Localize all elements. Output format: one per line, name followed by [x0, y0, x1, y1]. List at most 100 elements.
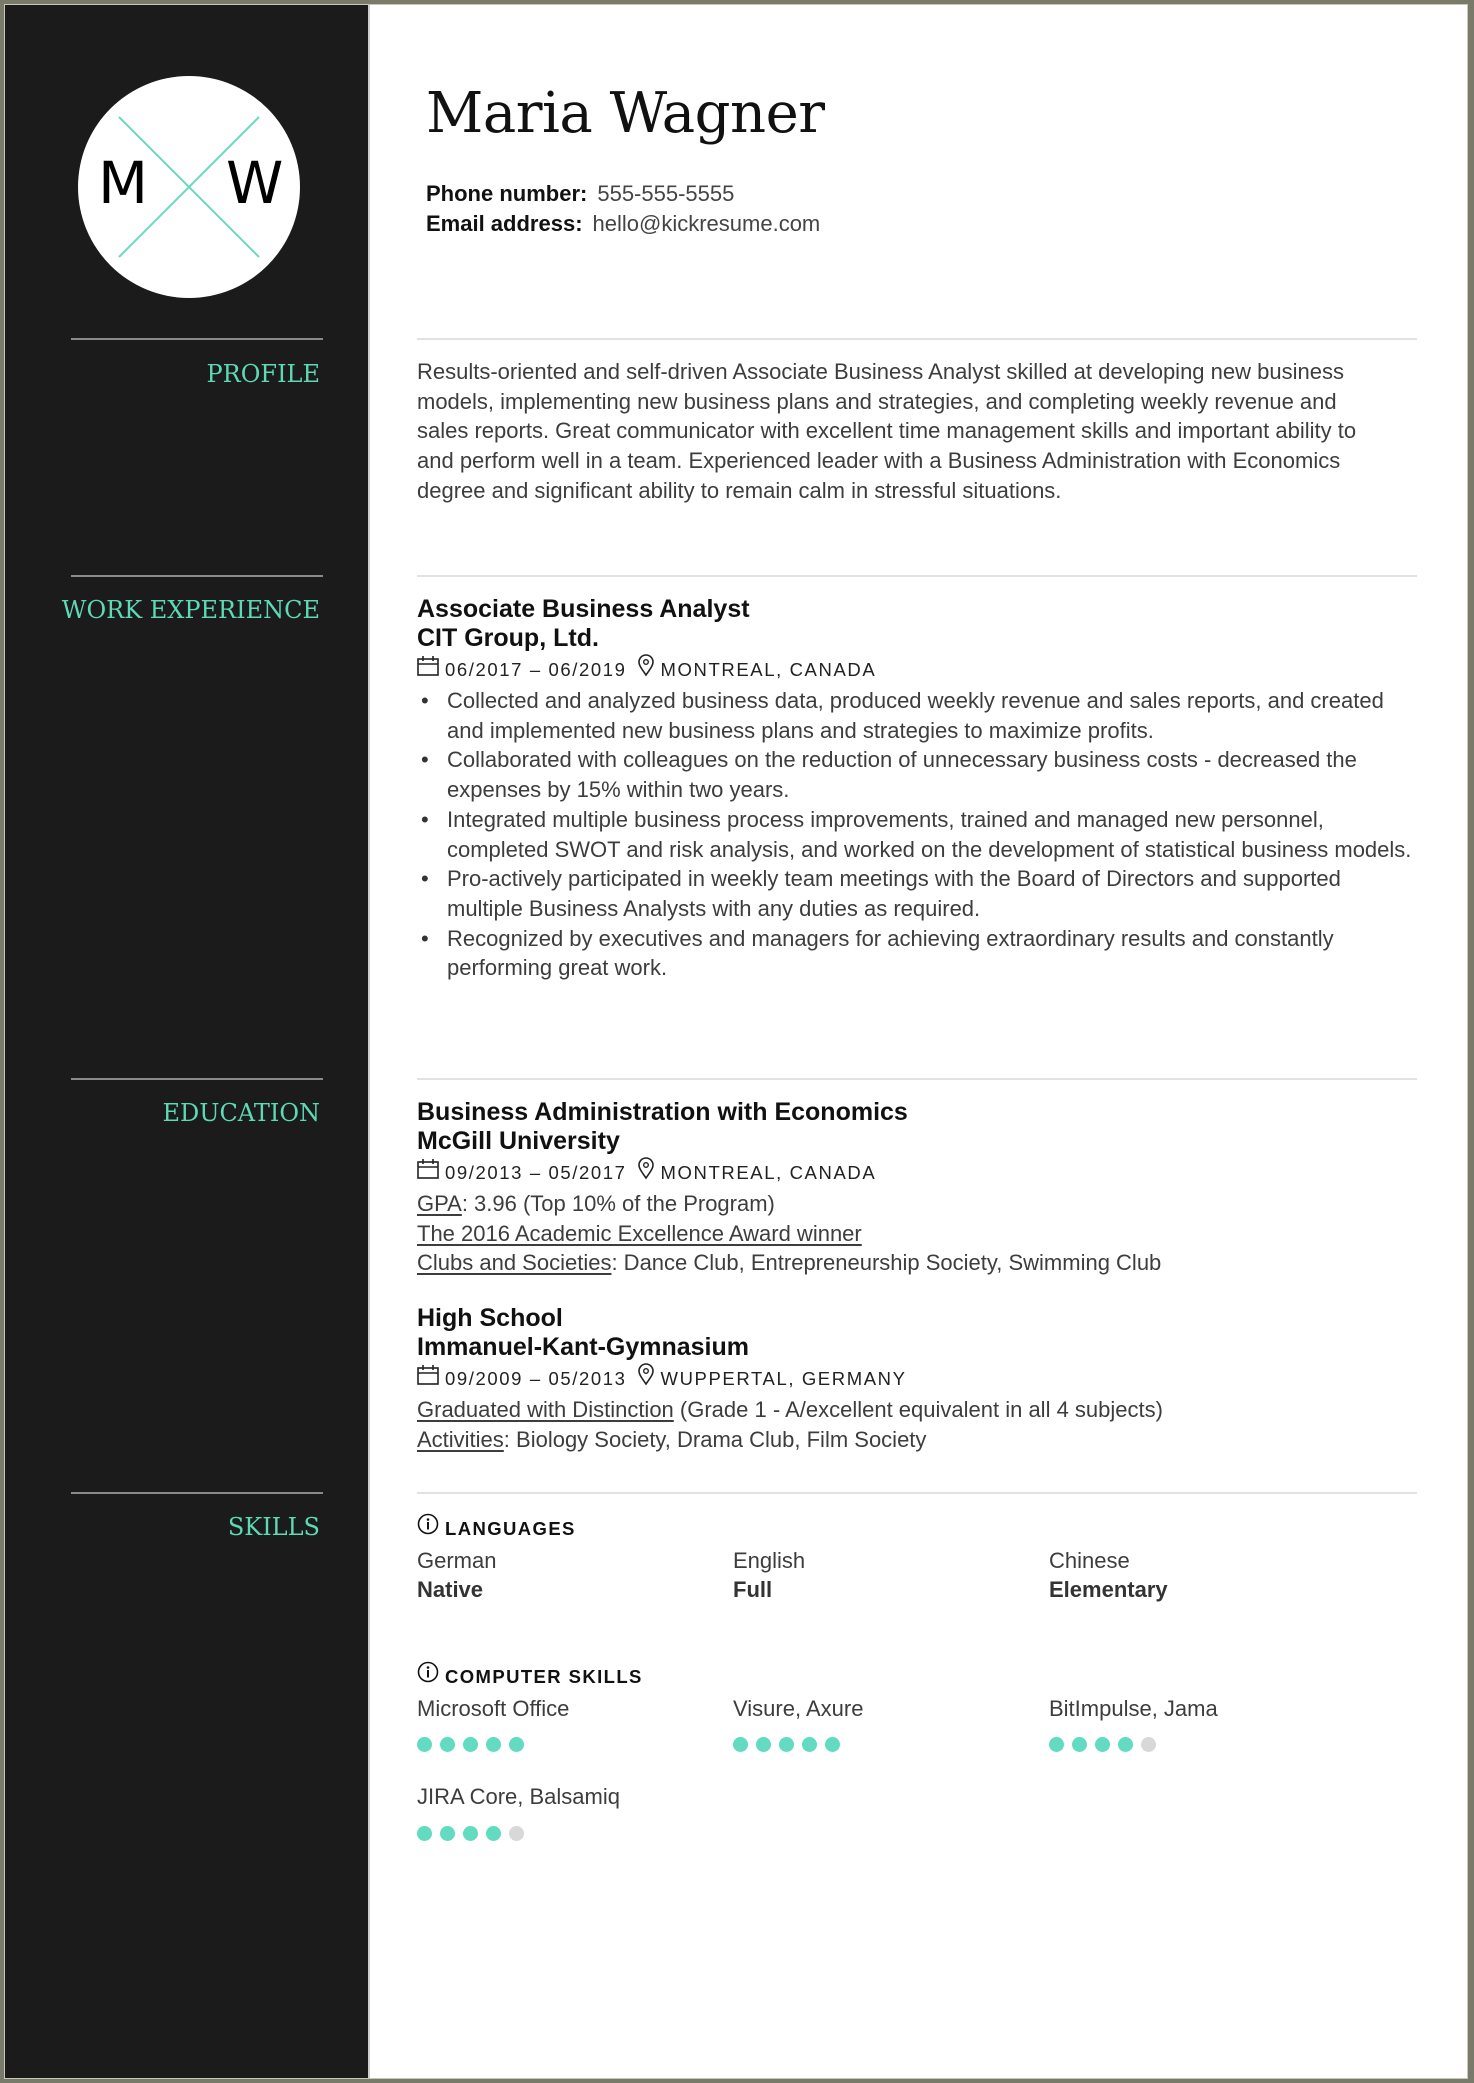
- clubs-line: Clubs and Societies: Dance Club, Entrepr…: [417, 1248, 1417, 1278]
- computer-skill-item: Visure, Axure: [733, 1694, 1049, 1753]
- languages-heading: LANGUAGES: [417, 1513, 1417, 1544]
- computer-skill-item: Microsoft Office: [417, 1694, 733, 1753]
- sidebar-divider: [71, 1078, 323, 1080]
- profile-summary: Results-oriented and self-driven Associa…: [417, 359, 1357, 503]
- calendar-icon: [417, 1158, 439, 1188]
- skill-rating: [733, 1737, 1049, 1753]
- resume-page: M W PROFILE WORK EXPERIENCE EDUCATION SK…: [4, 4, 1468, 2079]
- section-divider: [417, 575, 1417, 577]
- job-meta: 06/2017 – 06/2019 MONTREAL, CANADA: [417, 653, 1417, 686]
- computer-skills-row: JIRA Core, Balsamiq: [417, 1782, 1417, 1842]
- rating-dot-empty: [509, 1826, 524, 1842]
- phone-label: Phone number:: [426, 181, 588, 206]
- job-dates: 06/2017 – 06/2019: [445, 658, 627, 680]
- gpa-value: : 3.96 (Top 10% of the Program): [461, 1191, 775, 1216]
- gpa-label: GPA: [417, 1191, 462, 1216]
- education-location: WUPPERTAL, GERMANY: [660, 1367, 907, 1389]
- sidebar-divider: [71, 1492, 323, 1494]
- education-meta: 09/2013 – 05/2017 MONTREAL, CANADA: [417, 1156, 1417, 1189]
- education-entry: High School Immanuel-Kant-Gymnasium 09/2…: [417, 1304, 1417, 1454]
- rating-dot-filled: [1118, 1737, 1133, 1753]
- rating-dot-filled: [825, 1737, 840, 1753]
- language-level: Full: [733, 1577, 773, 1603]
- avatar: M W: [78, 76, 300, 298]
- language-name: German: [417, 1547, 497, 1573]
- activities-line: Activities: Biology Society, Drama Club,…: [417, 1425, 1417, 1455]
- avatar-initial-w: W: [226, 149, 284, 217]
- degree-title: Business Administration with Economics: [417, 1098, 908, 1126]
- section-label-profile: PROFILE: [206, 360, 320, 388]
- distinction-label: Graduated with Distinction: [417, 1397, 674, 1422]
- languages-title: LANGUAGES: [445, 1517, 576, 1539]
- computer-skill-name: Microsoft Office: [417, 1695, 570, 1721]
- rating-dot-filled: [779, 1737, 794, 1753]
- rating-dot-filled: [733, 1737, 748, 1753]
- job-title: Associate Business Analyst: [417, 595, 750, 623]
- location-pin-icon: [637, 1156, 655, 1189]
- language-item: Chinese Elementary: [1049, 1546, 1365, 1605]
- language-level: Native: [417, 1577, 484, 1603]
- rating-dot-filled: [440, 1737, 455, 1753]
- language-name: English: [733, 1547, 806, 1573]
- rating-dot-filled: [1072, 1737, 1087, 1753]
- calendar-icon: [417, 655, 439, 685]
- job-bullets: Collected and analyzed business data, pr…: [417, 686, 1417, 983]
- rating-dot-filled: [440, 1826, 455, 1842]
- degree-title: High School: [417, 1304, 563, 1332]
- computer-skills-title: COMPUTER SKILLS: [445, 1665, 643, 1687]
- info-icon: [417, 1661, 439, 1692]
- language-item: English Full: [733, 1546, 1049, 1605]
- skill-rating: [417, 1737, 733, 1753]
- computer-skills-row: Microsoft Office Visure, Axure BitImpuls…: [417, 1694, 1417, 1753]
- education-dates: 09/2009 – 05/2013: [445, 1367, 627, 1389]
- rating-dot-filled: [802, 1737, 817, 1753]
- phone-row: Phone number: 555-555-5555: [426, 181, 734, 207]
- language-name: Chinese: [1049, 1547, 1130, 1573]
- rating-dot-filled: [463, 1826, 478, 1842]
- education-meta: 09/2009 – 05/2013 WUPPERTAL, GERMANY: [417, 1362, 1417, 1395]
- candidate-name: Maria Wagner: [426, 81, 825, 146]
- award-text: The 2016 Academic Excellence Award winne…: [417, 1220, 862, 1246]
- education-location: MONTREAL, CANADA: [660, 1161, 877, 1183]
- phone-value[interactable]: 555-555-5555: [597, 181, 734, 206]
- distinction-value: (Grade 1 - A/excellent equivalent in all…: [673, 1397, 1163, 1422]
- school-name: Immanuel-Kant-Gymnasium: [417, 1333, 750, 1361]
- section-divider: [417, 1078, 1417, 1080]
- job-bullet: Integrated multiple business process imp…: [417, 805, 1417, 864]
- email-label: Email address:: [426, 211, 583, 236]
- languages-group: LANGUAGES German Native English Full Chi…: [417, 1513, 1417, 1605]
- info-icon: [417, 1513, 439, 1544]
- sidebar: M W PROFILE WORK EXPERIENCE EDUCATION SK…: [5, 5, 370, 2078]
- rating-dot-filled: [1095, 1737, 1110, 1753]
- clubs-label: Clubs and Societies: [417, 1250, 612, 1276]
- section-label-work-experience: WORK EXPERIENCE: [61, 596, 320, 624]
- education-entry: Business Administration with Economics M…: [417, 1098, 1417, 1278]
- job-bullet: Recognized by executives and managers fo…: [417, 924, 1417, 983]
- company-name: CIT Group, Ltd.: [417, 624, 599, 652]
- distinction-line: Graduated with Distinction (Grade 1 - A/…: [417, 1395, 1417, 1425]
- rating-dot-filled: [463, 1737, 478, 1753]
- gpa-line: GPA: 3.96 (Top 10% of the Program): [417, 1189, 1417, 1219]
- rating-dot-filled: [417, 1826, 432, 1842]
- computer-skills-heading: COMPUTER SKILLS: [417, 1661, 1417, 1692]
- computer-skill-item: JIRA Core, Balsamiq: [417, 1782, 733, 1842]
- job-location: MONTREAL, CANADA: [660, 658, 877, 680]
- skill-rating: [417, 1826, 733, 1842]
- computer-skill-item: BitImpulse, Jama: [1049, 1694, 1365, 1753]
- rating-dot-filled: [509, 1737, 524, 1753]
- language-item: German Native: [417, 1546, 733, 1605]
- job-bullet: Pro-actively participated in weekly team…: [417, 864, 1417, 923]
- computer-skill-name: JIRA Core, Balsamiq: [417, 1784, 620, 1810]
- rating-dot-filled: [756, 1737, 771, 1753]
- section-label-skills: SKILLS: [227, 1513, 320, 1541]
- sidebar-divider: [71, 338, 323, 340]
- section-divider: [417, 338, 1417, 340]
- location-pin-icon: [637, 1362, 655, 1395]
- job-bullet: Collected and analyzed business data, pr…: [417, 686, 1417, 745]
- computer-skill-name: Visure, Axure: [733, 1695, 864, 1721]
- calendar-icon: [417, 1364, 439, 1394]
- email-row: Email address: hello@kickresume.com: [426, 211, 820, 237]
- section-label-education: EDUCATION: [162, 1099, 320, 1127]
- email-value[interactable]: hello@kickresume.com: [593, 211, 821, 236]
- activities-label: Activities: [417, 1426, 504, 1452]
